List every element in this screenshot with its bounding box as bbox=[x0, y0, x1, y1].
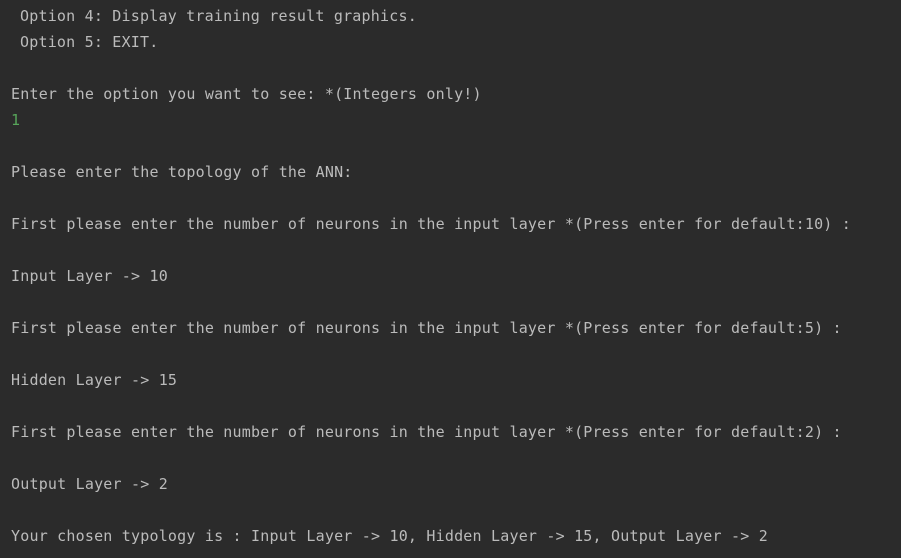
output-layer-prompt: First please enter the number of neurons… bbox=[11, 423, 842, 441]
topology-summary: Your chosen typology is : Input Layer ->… bbox=[11, 527, 768, 545]
input-layer-prompt: First please enter the number of neurons… bbox=[11, 215, 851, 233]
topology-prompt: Please enter the topology of the ANN: bbox=[11, 163, 353, 181]
console-output[interactable]: Option 4: Display training result graphi… bbox=[0, 0, 901, 558]
hidden-layer-prompt: First please enter the number of neurons… bbox=[11, 319, 842, 337]
input-layer-result: Input Layer -> 10 bbox=[11, 267, 168, 285]
menu-option-5: Option 5: EXIT. bbox=[20, 33, 159, 51]
user-choice-input: 1 bbox=[11, 111, 21, 129]
menu-option-4: Option 4: Display training result graphi… bbox=[20, 7, 417, 25]
output-layer-result: Output Layer -> 2 bbox=[11, 475, 168, 493]
option-prompt: Enter the option you want to see: *(Inte… bbox=[11, 85, 482, 103]
hidden-layer-result: Hidden Layer -> 15 bbox=[11, 371, 178, 389]
